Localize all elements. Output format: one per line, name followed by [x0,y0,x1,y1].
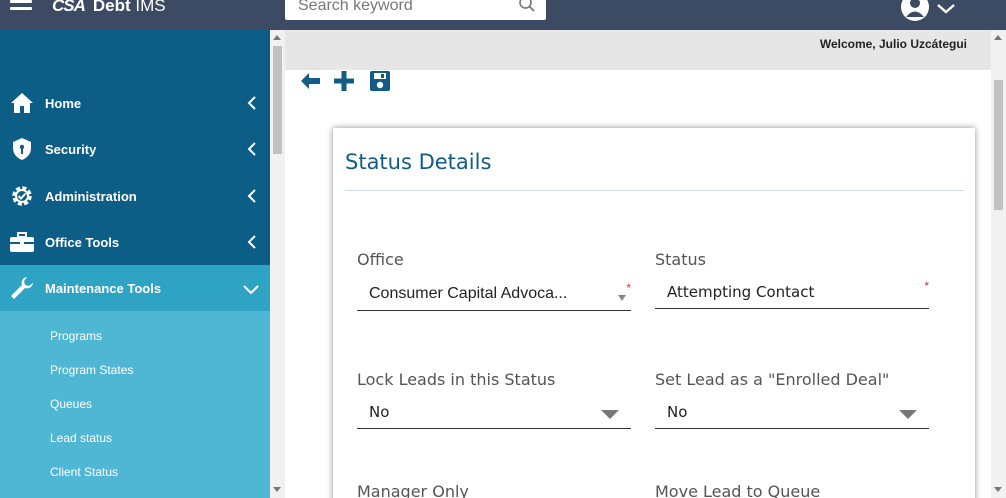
welcome-text: Welcome, Julio Uzcátegui [819,37,967,51]
user-avatar-icon [901,0,955,21]
arrow-left-icon[interactable] [299,70,321,92]
submenu-item-queues[interactable]: Queues [50,397,92,411]
app-name-bold: Debt [92,0,131,15]
submenu-item-program-states[interactable]: Program States [50,363,133,377]
sidebar-item-office-tools[interactable]: Office Tools [0,219,270,265]
dropdown-caret-icon [601,410,619,419]
page-scrollbar[interactable] [270,30,285,498]
office-value: Consumer Capital Advoca... [369,285,568,302]
home-icon [9,90,35,116]
lock-leads-label: Lock Leads in this Status [357,370,556,389]
lock-leads-select[interactable]: No [357,396,631,429]
sidebar: Home Security Administration Office Tool… [0,30,270,498]
lock-leads-field: Lock Leads in this Status No [357,370,631,429]
chevron-down-icon [937,4,955,14]
search-input[interactable] [285,0,505,18]
briefcase-icon [9,229,35,255]
required-asterisk: * [626,281,631,295]
chevron-left-icon [247,96,256,110]
move-lead-queue-field: Move Lead to Queue [655,482,929,498]
scroll-down-arrow-icon[interactable] [994,487,1002,492]
gear-icon [9,183,35,209]
sidebar-item-label: Administration [45,188,137,204]
required-asterisk: * [924,279,929,293]
office-label: Office [357,250,404,269]
card-title: Status Details [345,150,492,174]
lock-leads-value: No [369,403,390,421]
submenu-item-client-status[interactable]: Client Status [50,465,118,479]
sidebar-item-home[interactable]: Home [0,80,270,126]
plus-icon[interactable] [333,70,355,92]
welcome-bar: Welcome, Julio Uzcátegui [285,30,991,70]
chevron-left-icon [247,235,256,249]
dropdown-caret-icon [899,410,917,419]
search-icon[interactable] [518,0,536,13]
main-content: Status Details Office Consumer Capital A… [285,70,991,498]
enrolled-deal-select[interactable]: No [655,396,929,429]
scroll-up-arrow-icon[interactable] [994,35,1002,40]
dropdown-caret-icon [618,295,626,301]
hamburger-menu-icon[interactable] [10,0,32,16]
user-menu[interactable] [900,0,964,22]
wrench-icon [9,275,35,301]
status-details-card: Status Details Office Consumer Capital A… [333,128,975,498]
sidebar-item-maintenance-tools[interactable]: Maintenance Tools [0,265,270,311]
enrolled-deal-label: Set Lead as a "Enrolled Deal" [655,370,890,389]
app-logo[interactable]: CSA Debt IMS [52,0,166,16]
manager-only-label: Manager Only [357,482,469,498]
chevron-down-icon [243,285,259,295]
scroll-up-arrow-icon[interactable] [273,35,281,40]
save-icon[interactable] [369,70,391,92]
scroll-down-arrow-icon[interactable] [273,487,281,492]
sidebar-item-administration[interactable]: Administration [0,173,270,219]
sidebar-item-label: Security [45,141,97,157]
chevron-left-icon [247,189,256,203]
card-divider [345,190,964,191]
status-input[interactable]: Attempting Contact * [655,276,929,309]
sidebar-item-label: Home [45,95,82,111]
content-scrollbar[interactable] [991,30,1006,498]
sidebar-item-label: Maintenance Tools [45,280,162,296]
enrolled-deal-value: No [667,403,688,421]
scrollbar-thumb[interactable] [273,46,282,154]
app-name-rest: IMS [135,0,166,15]
office-field: Office Consumer Capital Advoca... * [357,250,631,311]
manager-only-field: Manager Only [357,482,631,498]
submenu-item-lead-status[interactable]: Lead status [50,431,112,445]
logo-mark: CSA [52,0,86,15]
status-value: Attempting Contact [667,283,815,301]
office-select[interactable]: Consumer Capital Advoca... * [357,278,631,311]
submenu-item-programs[interactable]: Programs [50,329,102,343]
sidebar-item-label: Office Tools [45,234,120,250]
maintenance-tools-submenu: Programs Program States Queues Lead stat… [0,311,270,498]
status-field: Status Attempting Contact * [655,250,929,309]
move-lead-queue-label: Move Lead to Queue [655,482,821,498]
scrollbar-thumb[interactable] [994,80,1003,210]
shield-icon [9,136,35,162]
top-bar: CSA Debt IMS [0,0,1006,30]
search-box [285,0,546,20]
sidebar-item-security[interactable]: Security [0,126,270,172]
chevron-left-icon [247,142,256,156]
status-label: Status [655,250,706,269]
enrolled-deal-field: Set Lead as a "Enrolled Deal" No [655,370,929,429]
